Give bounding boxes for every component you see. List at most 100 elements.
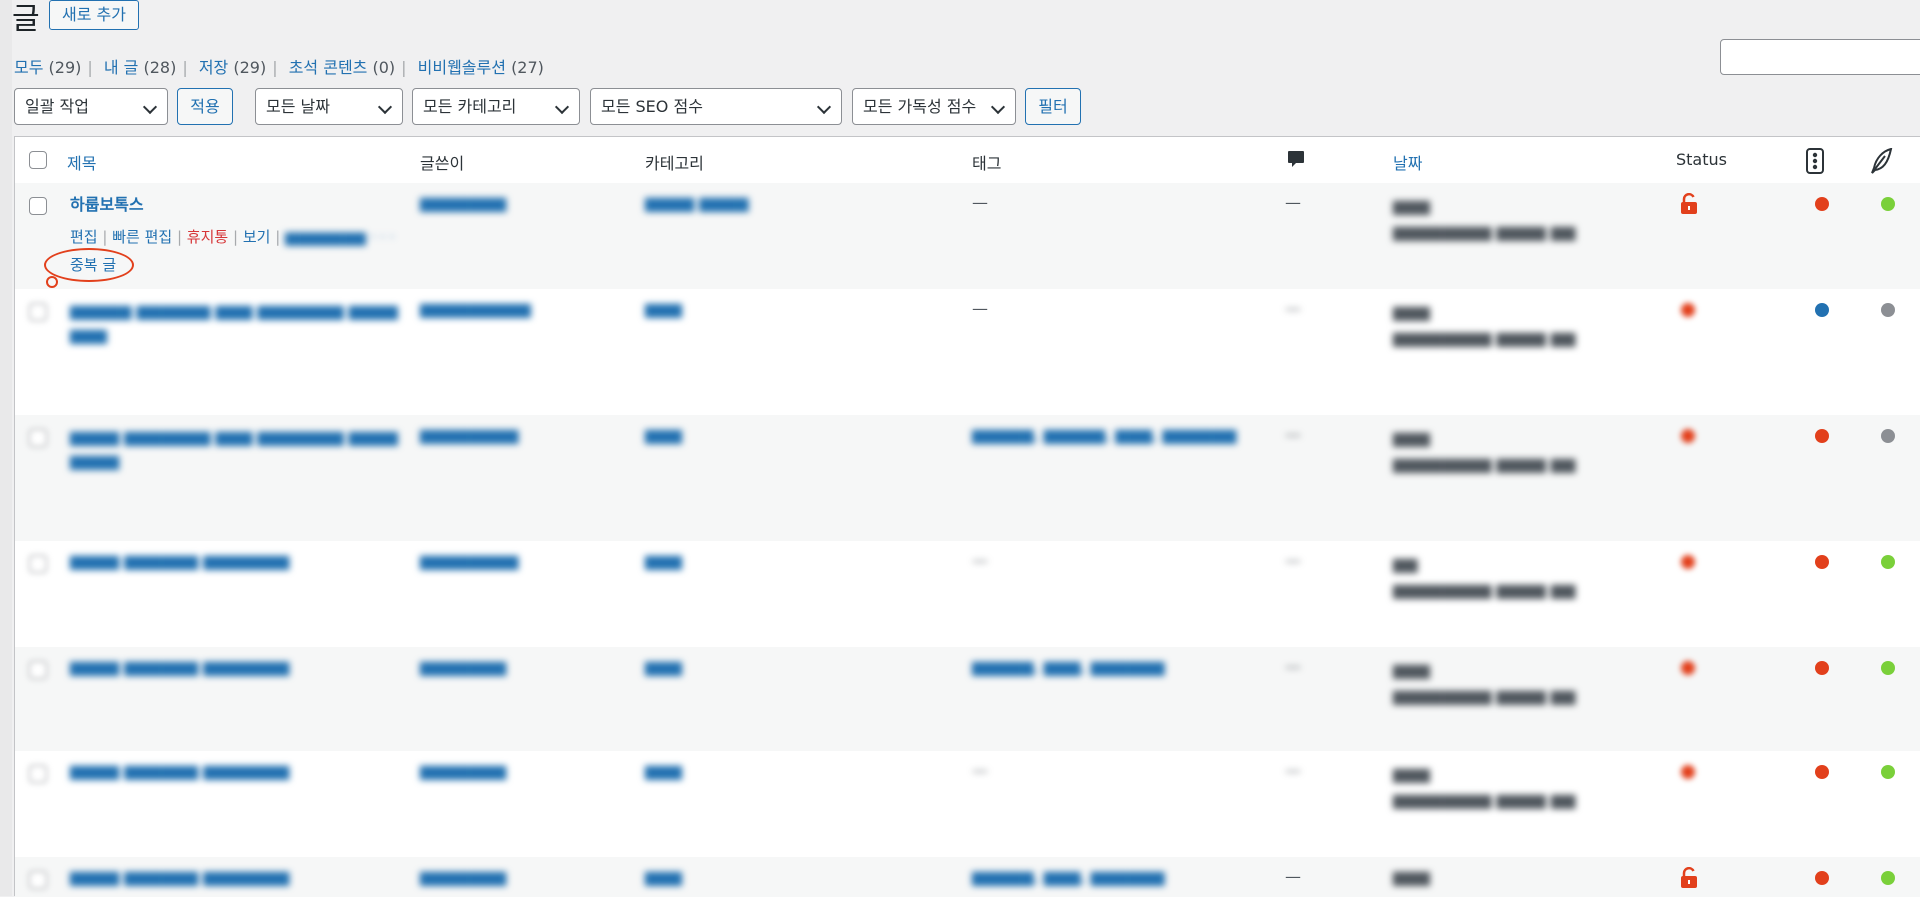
blurred-category: ▆▆▆: [645, 657, 682, 676]
seo-filter-select[interactable]: 모든 SEO 점수: [590, 88, 842, 125]
view-saved-link[interactable]: 저장: [199, 58, 228, 77]
row-checkbox[interactable]: [29, 871, 47, 889]
column-status: Status: [1676, 150, 1727, 169]
row-checkbox[interactable]: [29, 429, 47, 447]
blurred-comments: —: [1285, 657, 1301, 676]
blurred-action: ▆▆▆▆▆▆▆ · · ·: [285, 228, 395, 246]
tag-value: —: [972, 299, 988, 318]
date-filter-select[interactable]: 모든 날짜: [255, 88, 403, 125]
comment-count: —: [1285, 867, 1301, 886]
trash-link[interactable]: 휴지통: [187, 228, 228, 246]
search-input[interactable]: [1720, 39, 1920, 75]
blurred-author: ▆▆▆▆▆▆▆▆: [420, 551, 519, 570]
view-filters: 모두 (29) | 내 글 (28) | 저장 (29) | 초석 콘텐츠 (0) | …: [14, 58, 544, 77]
readability-score-dot: [1881, 871, 1895, 885]
blurred-title: ▆▆▆▆ ▆▆▆▆▆▆ ▆▆▆▆▆▆▆: [70, 761, 290, 780]
view-all-link[interactable]: 모두: [14, 58, 43, 77]
left-edge: [0, 0, 12, 896]
readability-score-dot: [1881, 429, 1895, 443]
seo-score-icon[interactable]: [1806, 148, 1824, 178]
column-title[interactable]: 제목: [67, 150, 96, 174]
blurred-author: ▆▆▆▆▆▆▆▆▆: [420, 299, 531, 318]
table-row: ▆▆▆▆ ▆▆▆▆▆▆ ▆▆▆▆▆▆▆ ▆▆▆▆▆▆▆ ▆▆▆ ▆▆▆▆▆, ▆…: [15, 857, 1920, 897]
blurred-date: ▆▆▆ ▆▆▆▆▆▆▆▆ ▆▆▆▆ ▆▆: [1393, 660, 1576, 705]
blurred-tags: ▆▆▆▆▆, ▆▆▆, ▆▆▆▆▆▆: [972, 867, 1165, 886]
status-lock-icon: [1681, 429, 1695, 443]
lock-icon: [1679, 192, 1699, 215]
readability-score-dot: [1881, 661, 1895, 675]
seo-score-dot: [1815, 661, 1829, 675]
view-cornerstone-link[interactable]: 초석 콘텐츠: [289, 58, 368, 77]
table-row: ▆▆▆▆▆ ▆▆▆▆▆▆ ▆▆▆ ▆▆▆▆▆▆▆ ▆▆▆▆ ▆▆▆ ▆▆▆▆▆▆▆…: [15, 289, 1920, 415]
apply-button[interactable]: 적용: [177, 88, 233, 125]
blurred-date: ▆▆▆ ▆▆▆▆▆▆▆▆ ▆▆▆▆ ▆▆: [1393, 196, 1576, 241]
quick-edit-link[interactable]: 빠른 편집: [112, 228, 172, 246]
blurred-comments: —: [1285, 551, 1301, 570]
status-lock-icon: [1681, 555, 1695, 569]
readability-score-dot: [1881, 197, 1895, 211]
add-new-button[interactable]: 새로 추가: [49, 0, 139, 30]
seo-score-dot: [1815, 765, 1829, 779]
filter-button[interactable]: 필터: [1025, 88, 1081, 125]
comment-icon[interactable]: [1287, 150, 1305, 174]
row-checkbox[interactable]: [29, 303, 47, 321]
blurred-tags: ▆▆▆▆▆, ▆▆▆, ▆▆▆▆▆▆: [972, 657, 1165, 676]
blurred-category: ▆▆▆: [645, 299, 682, 318]
blurred-tags: ▆▆▆▆▆, ▆▆▆▆▆, ▆▆▆, ▆▆▆▆▆▆: [972, 425, 1237, 444]
view-link[interactable]: 보기: [243, 228, 271, 246]
blurred-comments: —: [1285, 761, 1301, 780]
table-row: ▆▆▆▆ ▆▆▆▆▆▆ ▆▆▆▆▆▆▆ ▆▆▆▆▆▆▆ ▆▆▆ ▆▆▆▆▆, ▆…: [15, 647, 1920, 751]
readability-feather-icon[interactable]: [1871, 147, 1893, 178]
page-title: 글: [12, 2, 40, 37]
blurred-comments: —: [1285, 425, 1301, 444]
blurred-author: ▆▆▆▆▆▆▆▆: [420, 425, 519, 444]
blurred-date: ▆▆▆ ▆▆▆▆▆▆▆▆ ▆▆▆▆ ▆▆: [1393, 302, 1576, 347]
posts-table: 제목 글쓴이 카테고리 태그 날짜 Status 하룹보톡스 편집 | 빠른 편…: [14, 136, 1920, 897]
view-mine-link[interactable]: 내 글: [104, 58, 139, 77]
view-author-link[interactable]: 비비웹솔루션: [418, 58, 506, 77]
status-lock-icon: [1681, 303, 1695, 317]
readability-filter-select[interactable]: 모든 가독성 점수: [852, 88, 1016, 125]
row-checkbox[interactable]: [29, 661, 47, 679]
row-checkbox[interactable]: [29, 555, 47, 573]
blurred-author: ▆▆▆▆▆▆▆: [420, 867, 507, 886]
seo-score-dot: [1815, 429, 1829, 443]
row-actions: 편집 | 빠른 편집 | 휴지통 | 보기 | ▆▆▆▆▆▆▆ · · ·: [70, 228, 395, 246]
blurred-tags: —: [972, 761, 988, 780]
blurred-category: ▆▆▆: [645, 551, 682, 570]
row-checkbox[interactable]: [29, 765, 47, 783]
tag-value: —: [972, 193, 988, 212]
seo-score-dot: [1815, 871, 1829, 885]
blurred-category: ▆▆▆: [645, 761, 682, 780]
post-title-link[interactable]: 하룹보톡스: [70, 191, 144, 215]
readability-score-dot: [1881, 765, 1895, 779]
annotation-highlight: [44, 248, 134, 282]
blurred-category: ▆▆▆: [645, 867, 682, 886]
blurred-date: ▆▆ ▆▆▆▆▆▆▆▆ ▆▆▆▆ ▆▆: [1393, 554, 1576, 599]
status-lock-icon: [1681, 765, 1695, 779]
readability-score-dot: [1881, 555, 1895, 569]
column-author: 글쓴이: [420, 154, 465, 173]
bulk-action-select[interactable]: 일괄 작업: [14, 88, 168, 125]
readability-score-dot: [1881, 303, 1895, 317]
blurred-date: ▆▆▆: [1393, 867, 1430, 886]
blurred-category: ▆▆▆: [645, 425, 682, 444]
blurred-tags: —: [972, 551, 988, 570]
edit-link[interactable]: 편집: [70, 228, 98, 246]
blurred-date: ▆▆▆ ▆▆▆▆▆▆▆▆ ▆▆▆▆ ▆▆: [1393, 428, 1576, 473]
column-tags: 태그: [972, 154, 1002, 173]
table-row: ▆▆▆▆ ▆▆▆▆▆▆▆ ▆▆▆ ▆▆▆▆▆▆▆ ▆▆▆▆ ▆▆▆▆ ▆▆▆▆▆▆…: [15, 415, 1920, 541]
seo-score-dot: [1815, 303, 1829, 317]
blurred-author: ▆▆▆▆▆▆▆: [420, 657, 507, 676]
column-date[interactable]: 날짜: [1393, 150, 1422, 174]
seo-score-dot: [1815, 197, 1829, 211]
select-all-checkbox[interactable]: [29, 151, 47, 169]
table-row: ▆▆▆▆ ▆▆▆▆▆▆ ▆▆▆▆▆▆▆ ▆▆▆▆▆▆▆ ▆▆▆ — — ▆▆▆ ▆…: [15, 751, 1920, 857]
row-checkbox[interactable]: [29, 197, 47, 215]
blurred-title: ▆▆▆▆ ▆▆▆▆▆▆ ▆▆▆▆▆▆▆: [70, 867, 290, 886]
table-row: 하룹보톡스 편집 | 빠른 편집 | 휴지통 | 보기 | ▆▆▆▆▆▆▆ · …: [15, 183, 1920, 289]
category-filter-select[interactable]: 모든 카테고리: [412, 88, 580, 125]
status-lock-icon: [1681, 661, 1695, 675]
blurred-title: ▆▆▆▆ ▆▆▆▆▆▆ ▆▆▆▆▆▆▆: [70, 551, 290, 570]
blurred-author: ▆▆▆▆▆▆▆: [420, 761, 507, 780]
